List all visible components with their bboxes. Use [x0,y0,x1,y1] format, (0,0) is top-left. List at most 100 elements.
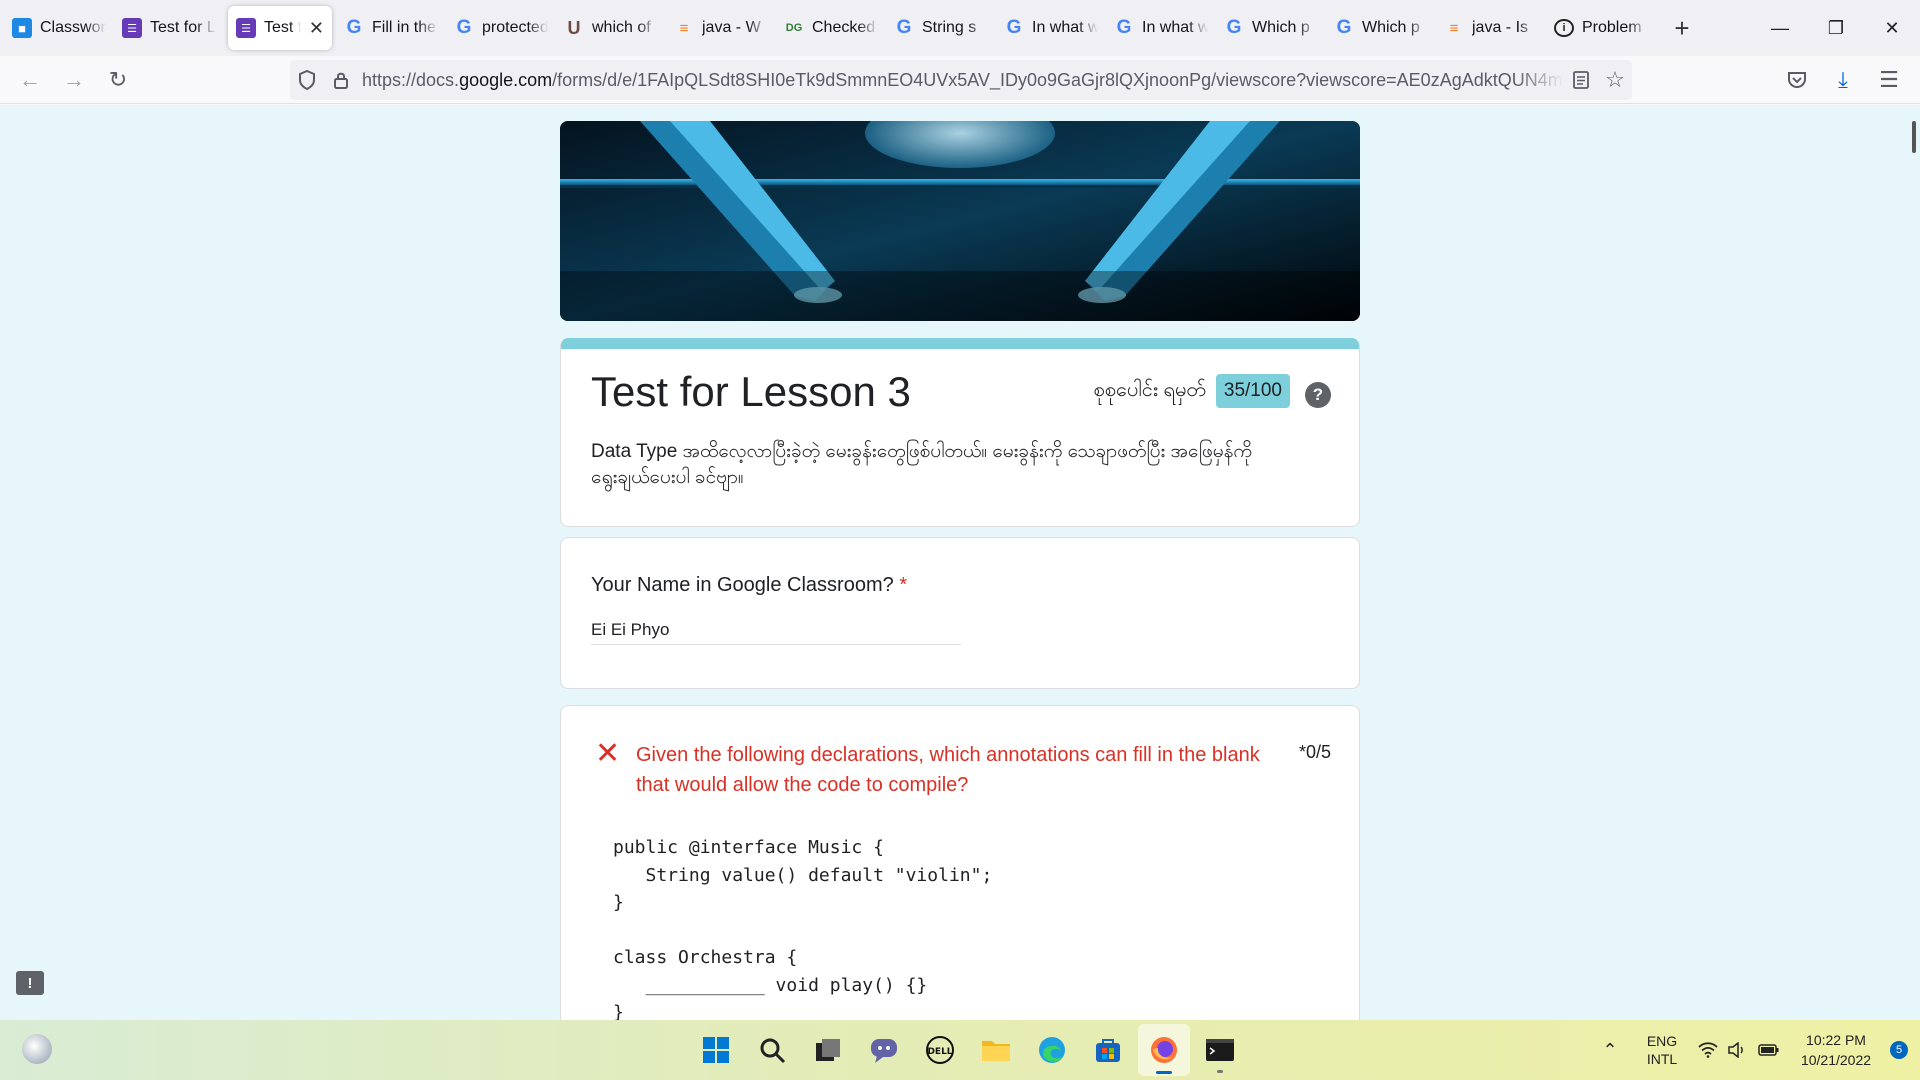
form-accent-bar [561,338,1359,349]
downloads-icon[interactable]: ⤓ [1820,60,1866,100]
lock-icon[interactable] [324,60,358,100]
file-explorer-icon[interactable] [970,1024,1022,1076]
close-tab-icon[interactable]: ✕ [309,18,324,39]
browser-tab[interactable]: ☰ Test for Lesson 3 [114,6,224,50]
terminal-icon[interactable] [1194,1024,1246,1076]
tab-label: Test for Lesson 3 [150,19,216,36]
page-content: Test for Lesson 3 စုစုပေါင်း ရမှတ် 35/10… [0,105,1920,1020]
svg-text:DELL: DELL [927,1047,952,1057]
address-bar[interactable]: https://docs.google.com/forms/d/e/1FAIpQ… [290,60,1632,100]
volume-icon[interactable] [1722,1042,1752,1058]
tab-label: Checked [812,19,876,36]
browser-tab[interactable]: ☰ Test for Lesson 3 ✕ [228,6,332,50]
clock[interactable]: 10:22 PM 10/21/2022 [1786,1030,1886,1070]
minimize-button[interactable]: — [1752,0,1808,56]
scrollbar-thumb[interactable] [1912,121,1916,153]
tab-label: which of [592,19,651,36]
clock-date: 10/21/2022 [1800,1052,1872,1068]
google-icon: G [1226,17,1242,38]
browser-tab[interactable]: i Problem [1546,6,1656,50]
forward-button[interactable]: → [52,60,96,100]
classroom-icon: ■ [12,18,32,38]
store-icon[interactable] [1082,1024,1134,1076]
google-icon: G [1006,17,1022,38]
required-asterisk: * [899,574,908,596]
help-icon[interactable]: ? [1305,382,1331,408]
keyboard-layout: INTL [1646,1051,1678,1067]
menu-icon[interactable]: ☰ [1866,60,1912,100]
search-icon[interactable] [746,1024,798,1076]
battery-icon[interactable] [1752,1043,1786,1057]
tab-list: ■ Classwork ☰ Test for Lesson 3 ☰ Test for Le… [0,0,1702,56]
restore-button[interactable]: ❐ [1808,0,1864,56]
windows-taskbar: DELL ⌃ ENG INTL 10:22 PM 10/21/2022 5 [0,1020,1920,1080]
stackoverflow-icon: ≡ [1449,19,1459,37]
tab-label: In what w [1142,19,1208,36]
browser-tab[interactable]: G String s [886,6,996,50]
google-icon: G [456,17,472,38]
name-question-label: Your Name in Google Classroom? [591,574,894,596]
browser-tab[interactable]: G In what w [996,6,1106,50]
name-answer: Ei Ei Phyo [591,620,961,645]
browser-tab[interactable]: G In what w [1106,6,1216,50]
browser-tab[interactable]: G Which p [1326,6,1436,50]
teams-chat-icon[interactable] [858,1024,910,1076]
browser-tab[interactable]: Uwhich of [556,6,666,50]
info-icon: i [1554,19,1574,37]
pocket-icon[interactable] [1774,60,1820,100]
tab-label: String s [922,19,977,36]
stackoverflow-icon: ≡ [679,19,689,37]
toolbar-right: ⤓ ☰ [1774,60,1912,100]
form-title: Test for Lesson 3 [591,368,911,415]
browser-tab[interactable]: ■ Classwork [4,6,114,50]
question-text: Given the following declarations, which … [636,744,1260,796]
tab-label: java - W [702,19,761,36]
input-language[interactable]: ENG INTL [1630,1032,1694,1068]
tab-label: Which p [1362,19,1420,36]
tab-label: In what w [1032,19,1098,36]
url-domain: google.com [459,69,553,90]
system-tray: ⌃ ENG INTL 10:22 PM 10/21/2022 5 [1590,1020,1920,1080]
report-feedback-icon[interactable]: ! [16,971,44,995]
bookmark-star-icon[interactable]: ☆ [1598,60,1632,100]
total-score: စုစုပေါင်း ရမှတ် 35/100 [1094,374,1290,408]
dell-icon[interactable]: DELL [914,1024,966,1076]
wifi-icon[interactable] [1694,1042,1722,1058]
task-view-icon[interactable] [802,1024,854,1076]
start-icon[interactable] [690,1024,742,1076]
form-title-card: Test for Lesson 3 စုစုပေါင်း ရမှတ် 35/10… [560,338,1360,527]
tab-label: Problem [1582,19,1642,36]
firefox-icon[interactable] [1138,1024,1190,1076]
browser-tab[interactable]: ≡ java - W [666,6,776,50]
edge-icon[interactable] [1026,1024,1078,1076]
weather-widget-icon[interactable] [22,1034,52,1064]
question-points: *0/5 [1298,742,1331,762]
new-tab-button[interactable]: + [1662,8,1702,48]
tab-label: Test for Lesson 3 [264,19,301,36]
tracking-protection-shield-icon[interactable] [290,60,324,100]
browser-tab[interactable]: Gprotected [446,6,556,50]
u-icon: U [567,17,581,38]
browser-tab[interactable]: DG Checked [776,6,886,50]
taskbar-apps: DELL [690,1020,1246,1080]
name-question-title: Your Name in Google Classroom? * [591,574,907,597]
reload-button[interactable]: ↻ [96,60,140,100]
navigation-toolbar: ← → ↻ https://docs.google.com/forms/d/e/… [0,56,1920,104]
reader-view-icon[interactable] [1564,60,1598,100]
browser-tab[interactable]: G Which p [1216,6,1326,50]
close-window-button[interactable]: ✕ [1864,0,1920,56]
back-button[interactable]: ← [8,60,52,100]
notification-badge[interactable]: 5 [1890,1041,1908,1059]
tab-label: java - Is [1472,19,1529,36]
url-text[interactable]: https://docs.google.com/forms/d/e/1FAIpQ… [358,70,1564,91]
browser-tab[interactable]: G Fill in the blank [336,6,446,50]
language-code: ENG [1646,1033,1678,1049]
google-icon: G [896,17,912,38]
show-hidden-icons-chevron-up-icon[interactable]: ⌃ [1590,1040,1630,1061]
window-controls: — ❐ ✕ [1752,0,1920,56]
dg-icon: DG [785,22,803,34]
forms-icon: ☰ [122,18,142,38]
browser-tab[interactable]: ≡ java - Is [1436,6,1546,50]
question-card: ✕ Given the following declarations, whic… [560,705,1360,1020]
total-score-label: စုစုပေါင်း ရမှတ် [1093,379,1206,401]
